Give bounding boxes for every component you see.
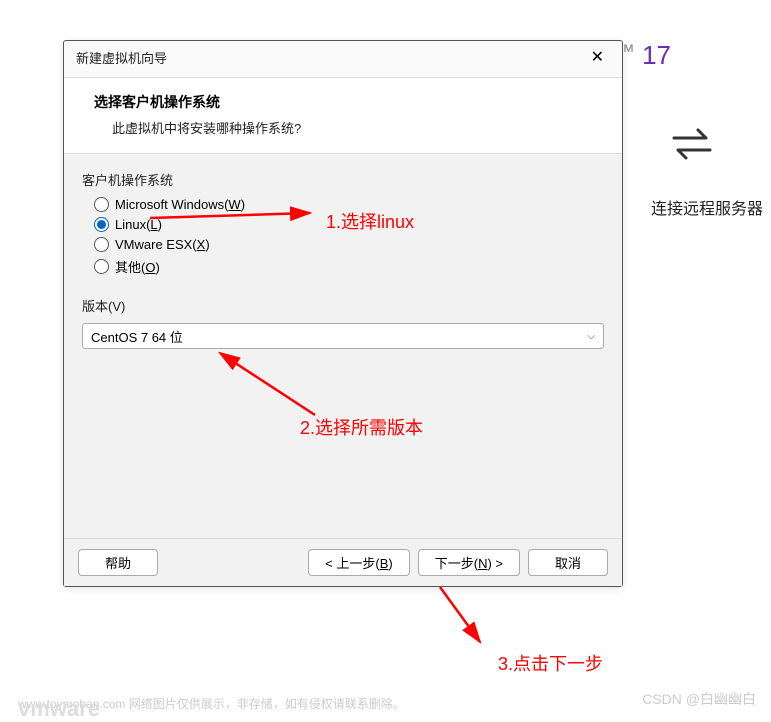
button-bar: 帮助 < 上一步(B) 下一步(N) > 取消: [64, 538, 622, 586]
watermark-vmware: vmware: [18, 696, 100, 722]
version-selected-value: CentOS 7 64 位: [91, 327, 183, 346]
radio-icon: [94, 217, 109, 232]
next-button[interactable]: 下一步(N) >: [418, 549, 520, 576]
radio-icon: [94, 259, 109, 274]
os-radio-group: Microsoft Windows(W) Linux(L) VMware ESX…: [82, 197, 604, 276]
help-button[interactable]: 帮助: [78, 549, 158, 576]
os-group-label: 客户机操作系统: [82, 170, 604, 189]
radio-icon: [94, 237, 109, 252]
radio-label: Microsoft Windows(W): [115, 197, 245, 212]
watermark-csdn: CSDN @白幽幽白: [642, 689, 756, 709]
header-section: 选择客户机操作系统 此虚拟机中将安装哪种操作系统?: [64, 78, 622, 154]
transfer-icon: [668, 120, 716, 168]
connect-remote-label[interactable]: 连接远程服务器: [651, 195, 763, 219]
title-bar: 新建虚拟机向导 ✕: [64, 41, 622, 78]
dialog-title: 新建虚拟机向导: [76, 48, 167, 67]
radio-label: VMware ESX(X): [115, 237, 210, 252]
close-button[interactable]: ✕: [585, 47, 610, 67]
header-title: 选择客户机操作系统: [84, 92, 602, 112]
cancel-button[interactable]: 取消: [528, 549, 608, 576]
content-area: 客户机操作系统 Microsoft Windows(W) Linux(L) VM…: [64, 154, 622, 538]
header-subtitle: 此虚拟机中将安装哪种操作系统?: [84, 118, 602, 137]
radio-label: 其他(O): [115, 257, 160, 276]
nav-buttons: < 上一步(B) 下一步(N) > 取消: [308, 549, 608, 576]
chevron-down-icon: ⌵: [587, 331, 595, 342]
radio-icon: [94, 197, 109, 212]
version-label: 版本(V): [82, 296, 604, 315]
new-vm-wizard-dialog: 新建虚拟机向导 ✕ 选择客户机操作系统 此虚拟机中将安装哪种操作系统? 客户机操…: [63, 40, 623, 587]
radio-vmware-esx[interactable]: VMware ESX(X): [94, 237, 604, 252]
radio-windows[interactable]: Microsoft Windows(W): [94, 197, 604, 212]
radio-label: Linux(L): [115, 217, 162, 232]
radio-other[interactable]: 其他(O): [94, 257, 604, 276]
radio-linux[interactable]: Linux(L): [94, 217, 604, 232]
version-section: 版本(V) CentOS 7 64 位 ⌵: [82, 296, 604, 349]
app-version-label: ™ 17: [615, 40, 671, 71]
back-button[interactable]: < 上一步(B): [308, 549, 410, 576]
version-dropdown[interactable]: CentOS 7 64 位 ⌵: [82, 323, 604, 349]
